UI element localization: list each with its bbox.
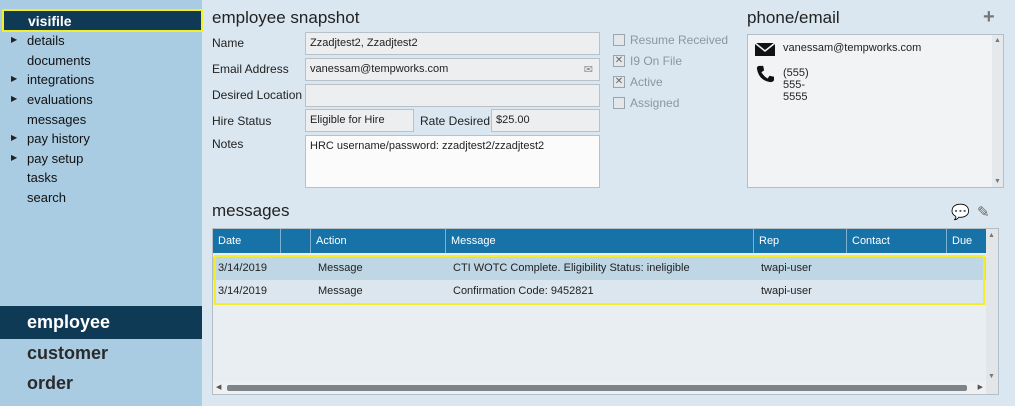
messages-grid: Date Action Message Rep Contact Due 3/14… xyxy=(212,228,999,395)
expand-arrow-icon[interactable]: ▶ xyxy=(11,94,17,103)
messages-title: messages xyxy=(212,201,290,220)
email-value: vanessam@tempworks.com xyxy=(310,63,449,75)
desired-location-label: Desired Location xyxy=(212,88,303,102)
name-field[interactable]: Zzadjtest2, Zzadjtest2 xyxy=(305,32,600,55)
hire-status-field[interactable]: Eligible for Hire xyxy=(305,109,414,132)
phone-email-list: vanessam@tempworks.com (555) 555-5555 ▲ … xyxy=(747,34,1004,188)
grid-vertical-scrollbar[interactable]: ▲ ▼ xyxy=(986,229,998,394)
sidebar-item-messages[interactable]: messages xyxy=(0,110,202,130)
employee-snapshot-title: employee snapshot xyxy=(212,8,360,27)
checkbox-box[interactable]: ✕ xyxy=(613,55,625,67)
sidebar-item-documents[interactable]: documents xyxy=(0,51,202,71)
active-checkbox[interactable]: ✕ Active xyxy=(613,75,733,91)
grid-header: Date Action Message Rep Contact Due xyxy=(213,229,986,253)
i9-on-file-checkbox[interactable]: ✕ I9 On File xyxy=(613,54,733,70)
add-plus-icon[interactable]: + xyxy=(983,6,995,29)
main-panel: employee snapshot Name Zzadjtest2, Zzadj… xyxy=(203,0,1015,406)
sidebar-item-details[interactable]: ▶ details xyxy=(0,31,202,51)
column-action[interactable]: Action xyxy=(310,229,445,253)
sidebar-item-visifile[interactable]: visifile xyxy=(2,9,203,32)
checkbox-box[interactable] xyxy=(613,34,625,46)
checkbox-box[interactable]: ✕ xyxy=(613,76,625,88)
sidebar-item-pay-setup[interactable]: ▶ pay setup xyxy=(0,149,202,169)
pencil-icon[interactable]: ✎ xyxy=(977,203,990,221)
selection-highlight xyxy=(214,255,985,305)
assigned-checkbox[interactable]: Assigned xyxy=(613,96,733,112)
hire-status-label: Hire Status xyxy=(212,114,272,128)
column-rep[interactable]: Rep xyxy=(753,229,846,253)
module-order[interactable]: order xyxy=(27,373,73,394)
grid-horizontal-scrollbar[interactable]: ◀ ▶ xyxy=(213,382,986,394)
notes-field[interactable]: HRC username/password: zzadjtest2/zzadjt… xyxy=(305,135,600,188)
email-label: Email Address xyxy=(212,62,289,76)
desired-location-field[interactable] xyxy=(305,84,600,107)
sidebar-item-label: visifile xyxy=(28,13,72,29)
envelope-icon[interactable]: ✉ xyxy=(584,63,593,76)
sidebar-item-search[interactable]: search xyxy=(0,188,202,208)
expand-arrow-icon[interactable]: ▶ xyxy=(11,153,17,162)
checkbox-box[interactable] xyxy=(613,97,625,109)
notes-label: Notes xyxy=(212,137,244,151)
scroll-right-icon[interactable]: ▶ xyxy=(978,383,983,391)
comment-icon[interactable]: 💬 xyxy=(951,203,970,221)
rate-desired-label: Rate Desired xyxy=(420,114,491,128)
expand-arrow-icon[interactable]: ▶ xyxy=(11,35,17,44)
expand-arrow-icon[interactable]: ▶ xyxy=(11,74,17,83)
column-message[interactable]: Message xyxy=(445,229,753,253)
phone-email-scrollbar[interactable]: ▲ ▼ xyxy=(992,35,1003,187)
scroll-left-icon[interactable]: ◀ xyxy=(216,383,221,391)
sidebar-item-pay-history[interactable]: ▶ pay history xyxy=(0,129,202,149)
sidebar-item-evaluations[interactable]: ▶ evaluations xyxy=(0,90,202,110)
expand-arrow-icon[interactable]: ▶ xyxy=(11,133,17,142)
scroll-down-icon[interactable]: ▼ xyxy=(994,178,1001,185)
module-employee[interactable]: employee xyxy=(0,306,202,339)
phone-icon xyxy=(756,65,774,83)
scroll-down-icon[interactable]: ▼ xyxy=(988,373,995,380)
column-contact[interactable]: Contact xyxy=(846,229,946,253)
module-customer[interactable]: customer xyxy=(27,343,108,364)
envelope-icon xyxy=(754,42,776,56)
scroll-up-icon[interactable]: ▲ xyxy=(988,232,995,239)
phone-email-title: phone/email xyxy=(747,8,840,27)
sidebar-item-tasks[interactable]: tasks xyxy=(0,168,202,188)
sidebar: visifile ▶ details documents ▶ integrati… xyxy=(0,0,203,406)
scroll-up-icon[interactable]: ▲ xyxy=(994,37,1001,44)
column-date[interactable]: Date xyxy=(213,229,280,253)
rate-desired-field[interactable]: $25.00 xyxy=(491,109,600,132)
sidebar-item-integrations[interactable]: ▶ integrations xyxy=(0,70,202,90)
resume-received-checkbox[interactable]: Resume Received xyxy=(613,33,733,49)
column-due[interactable]: Due xyxy=(946,229,986,253)
email-field[interactable]: vanessam@tempworks.com ✉ xyxy=(305,58,600,81)
scroll-thumb[interactable] xyxy=(227,385,967,391)
name-label: Name xyxy=(212,36,245,50)
column-blank[interactable] xyxy=(280,229,310,253)
